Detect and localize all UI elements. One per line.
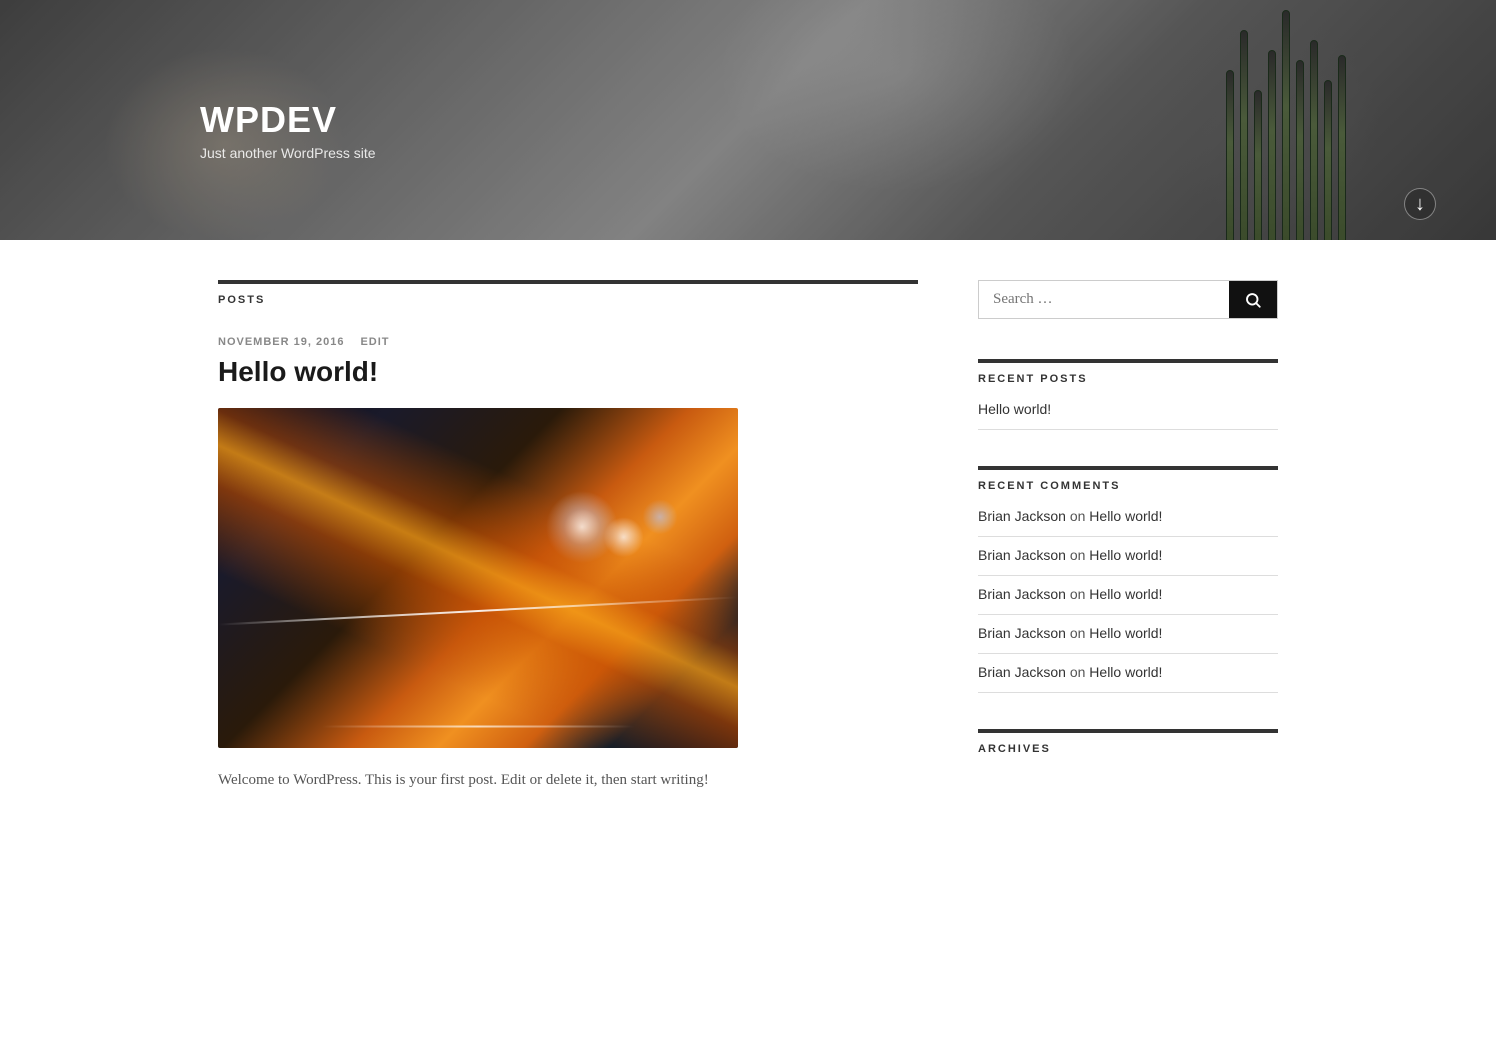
search-input[interactable]: [979, 281, 1229, 318]
comment-post-link[interactable]: Hello world!: [1089, 547, 1162, 563]
comment-on-text: on: [1070, 547, 1089, 563]
plant-spike: [1296, 60, 1304, 240]
plant-spike: [1282, 10, 1290, 240]
list-item: Brian Jackson on Hello world!: [978, 576, 1278, 615]
post-excerpt: Welcome to WordPress. This is your first…: [218, 768, 918, 794]
commenter-name: Brian Jackson: [978, 547, 1066, 563]
plant-spike: [1240, 30, 1248, 240]
commenter-name: Brian Jackson: [978, 508, 1066, 524]
post-thumbnail-image: [218, 408, 738, 748]
list-item: Brian Jackson on Hello world!: [978, 537, 1278, 576]
post-meta: NOVEMBER 19, 2016 EDIT: [218, 336, 918, 348]
plant-spike: [1226, 70, 1234, 240]
list-item: Hello world!: [978, 401, 1278, 430]
comment-on-text: on: [1070, 625, 1089, 641]
plant-spike: [1254, 90, 1262, 240]
comment-post-link[interactable]: Hello world!: [1089, 508, 1162, 524]
road-decoration: [321, 725, 635, 727]
comment-on-text: on: [1070, 508, 1089, 524]
plant-spike: [1324, 80, 1332, 240]
site-tagline: Just another WordPress site: [200, 145, 376, 161]
archives-section: ARCHIVES: [978, 729, 1278, 755]
comment-on-text: on: [1070, 664, 1089, 680]
post-date: NOVEMBER 19, 2016: [218, 336, 344, 348]
comment-entry: Brian Jackson on Hello world!: [978, 508, 1162, 524]
blog-post: NOVEMBER 19, 2016 EDIT Hello world! Welc…: [218, 336, 918, 794]
comment-entry: Brian Jackson on Hello world!: [978, 625, 1162, 641]
sidebar: RECENT POSTS Hello world! RECENT COMMENT…: [978, 280, 1278, 791]
recent-posts-title: RECENT POSTS: [978, 359, 1278, 385]
recent-comments-section: RECENT COMMENTS Brian Jackson on Hello w…: [978, 466, 1278, 693]
post-edit-link[interactable]: EDIT: [360, 336, 389, 348]
list-item: Brian Jackson on Hello world!: [978, 508, 1278, 537]
comment-entry: Brian Jackson on Hello world!: [978, 664, 1162, 680]
commenter-name: Brian Jackson: [978, 586, 1066, 602]
plant-spikes: [1226, 10, 1346, 240]
site-content: POSTS NOVEMBER 19, 2016 EDIT Hello world…: [198, 240, 1298, 854]
recent-comments-title: RECENT COMMENTS: [978, 466, 1278, 492]
comment-entry: Brian Jackson on Hello world!: [978, 547, 1162, 563]
hero-plant-decoration: [1196, 0, 1376, 240]
plant-spike: [1338, 55, 1346, 240]
site-header: WPDEV Just another WordPress site ↓: [0, 0, 1496, 240]
site-branding: WPDEV Just another WordPress site: [0, 79, 376, 161]
search-form: [978, 280, 1278, 319]
scroll-down-button[interactable]: ↓: [1404, 188, 1436, 220]
search-widget: [978, 280, 1278, 319]
recent-posts-list: Hello world!: [978, 401, 1278, 430]
commenter-name: Brian Jackson: [978, 664, 1066, 680]
posts-section-label: POSTS: [218, 280, 918, 306]
recent-post-link[interactable]: Hello world!: [978, 401, 1051, 417]
comment-post-link[interactable]: Hello world!: [1089, 625, 1162, 641]
commenter-name: Brian Jackson: [978, 625, 1066, 641]
comment-entry: Brian Jackson on Hello world!: [978, 586, 1162, 602]
list-item: Brian Jackson on Hello world!: [978, 654, 1278, 693]
comment-post-link[interactable]: Hello world!: [1089, 586, 1162, 602]
search-icon: [1244, 291, 1262, 309]
comment-on-text: on: [1070, 586, 1089, 602]
comment-post-link[interactable]: Hello world!: [1089, 664, 1162, 680]
main-content: POSTS NOVEMBER 19, 2016 EDIT Hello world…: [218, 280, 918, 794]
recent-posts-section: RECENT POSTS Hello world!: [978, 359, 1278, 430]
post-title[interactable]: Hello world!: [218, 356, 918, 388]
site-title: WPDEV: [200, 99, 376, 141]
search-button[interactable]: [1229, 281, 1277, 318]
archives-title: ARCHIVES: [978, 729, 1278, 755]
recent-comments-list: Brian Jackson on Hello world! Brian Jack…: [978, 508, 1278, 693]
plant-spike: [1310, 40, 1318, 240]
plant-spike: [1268, 50, 1276, 240]
list-item: Brian Jackson on Hello world!: [978, 615, 1278, 654]
